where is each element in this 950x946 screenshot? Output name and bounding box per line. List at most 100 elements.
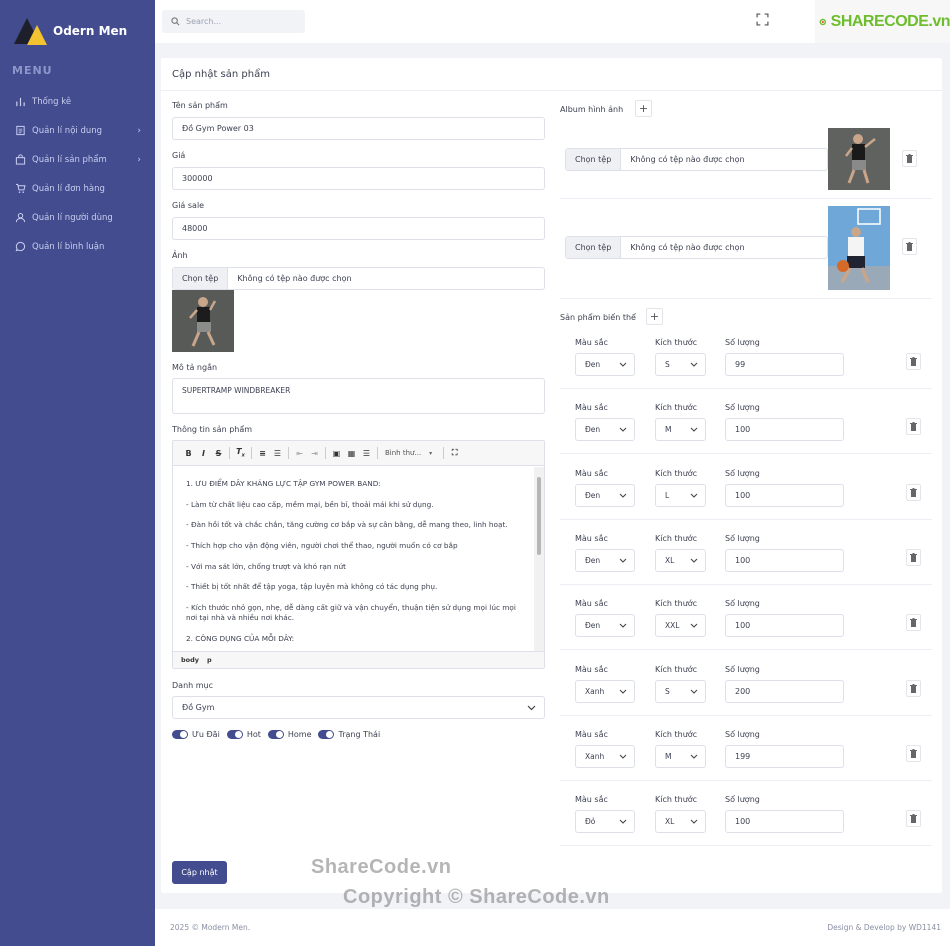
delete-album-image-button[interactable]: [902, 150, 917, 167]
delete-variant-button[interactable]: [906, 680, 921, 697]
size-select[interactable]: S: [655, 680, 706, 703]
quantity-label: Số lượng: [725, 795, 760, 804]
delete-variant-button[interactable]: [906, 353, 921, 370]
size-select[interactable]: L: [655, 484, 706, 507]
size-select[interactable]: XL: [655, 810, 706, 833]
image-file-input[interactable]: Chọn tệp Không có tệp nào được chọn: [172, 267, 545, 290]
delete-album-image-button[interactable]: [902, 238, 917, 255]
editor-paragraph: - Làm từ chất liệu cao cấp, mềm mại, bền…: [186, 499, 434, 509]
quantity-field[interactable]: 100: [725, 810, 844, 833]
toggle-switch[interactable]: [267, 730, 284, 739]
color-select[interactable]: Đen: [575, 353, 635, 376]
sidebar-item-label: Thống kê: [32, 96, 72, 107]
toggle-label: Trạng Thái: [338, 730, 381, 739]
strikethrough-icon[interactable]: S: [211, 449, 226, 458]
toggle-switch[interactable]: [226, 730, 243, 739]
editor-scrollbar[interactable]: [534, 467, 544, 653]
toggle-switch[interactable]: [318, 730, 335, 739]
size-select[interactable]: M: [655, 418, 706, 441]
path-p[interactable]: p: [207, 656, 212, 664]
variants-label: Sản phẩm biến thể: [560, 313, 636, 322]
delete-variant-button[interactable]: [906, 745, 921, 762]
size-select[interactable]: XXL: [655, 614, 706, 637]
color-select[interactable]: Đỏ: [575, 810, 635, 833]
table-icon[interactable]: ▦: [344, 449, 359, 458]
quantity-field[interactable]: 199: [725, 745, 844, 768]
horizontal-line-icon[interactable]: ☰: [359, 449, 374, 458]
menu-title: MENU: [12, 64, 53, 77]
album-file-input-2[interactable]: Chọn tệp Không có tệp nào được chọn: [565, 236, 828, 259]
search-input[interactable]: Search...: [162, 10, 305, 33]
color-select[interactable]: Đen: [575, 418, 635, 441]
chevron-down-icon: [690, 427, 698, 432]
toggle-uu-dai[interactable]: Ưu Đãi: [172, 730, 220, 739]
sale-price-field[interactable]: 48000: [172, 217, 545, 240]
color-select[interactable]: Đen: [575, 484, 635, 507]
size-value: S: [665, 687, 670, 696]
category-label: Danh mục: [172, 681, 214, 690]
footer: 2025 © Modern Men. Design & Develop by W…: [155, 909, 950, 946]
update-button[interactable]: Cập nhật: [172, 861, 227, 884]
delete-variant-button[interactable]: [906, 549, 921, 566]
color-select[interactable]: Xanh: [575, 745, 635, 768]
size-select[interactable]: S: [655, 353, 706, 376]
page-title: Cập nhật sản phẩm: [161, 58, 942, 91]
color-select[interactable]: Xanh: [575, 680, 635, 703]
editor-content[interactable]: 1. ƯU ĐIỂM DÂY KHÁNG LỰC TẬP GYM POWER B…: [173, 467, 536, 652]
delete-variant-button[interactable]: [906, 614, 921, 631]
numbered-list-icon[interactable]: ≡: [255, 449, 270, 458]
choose-file-button[interactable]: Chọn tệp: [566, 149, 622, 170]
toggle-home[interactable]: Home: [267, 730, 312, 739]
image-icon[interactable]: ▣: [329, 449, 344, 458]
add-album-image-button[interactable]: +: [635, 100, 652, 117]
trash-icon: [910, 618, 917, 627]
size-value: XL: [665, 556, 675, 565]
quantity-field[interactable]: 200: [725, 680, 844, 703]
name-field[interactable]: Đồ Gym Power 03: [172, 117, 545, 140]
quantity-field[interactable]: 99: [725, 353, 844, 376]
size-select[interactable]: M: [655, 745, 706, 768]
quantity-field[interactable]: 100: [725, 418, 844, 441]
indent-icon[interactable]: ⇥: [307, 449, 322, 458]
short-description-textarea[interactable]: SUPERTRAMP WINDBREAKER: [172, 378, 545, 414]
album-file-input-1[interactable]: Chọn tệp Không có tệp nào được chọn: [565, 148, 828, 171]
choose-file-button[interactable]: Chọn tệp: [566, 237, 622, 258]
add-variant-button[interactable]: +: [646, 308, 663, 325]
brand[interactable]: Odern Men: [0, 0, 155, 62]
bullet-list-icon[interactable]: ☰: [270, 449, 285, 458]
delete-variant-button[interactable]: [906, 810, 921, 827]
quantity-field[interactable]: 100: [725, 549, 844, 572]
bold-icon[interactable]: B: [181, 449, 196, 458]
choose-file-button[interactable]: Chọn tệp: [173, 268, 229, 289]
sidebar-item-noi-dung[interactable]: Quản lí nội dung ›: [0, 116, 155, 145]
italic-icon[interactable]: I: [196, 449, 211, 458]
toggle-trang-thai[interactable]: Trạng Thái: [318, 730, 380, 739]
rich-text-editor[interactable]: B I S Tx ≡ ☰ ⇤ ⇥ ▣ ▦ ☰ Bình thư... ▾ ⛶ 1…: [172, 440, 545, 669]
color-label: Màu sắc: [575, 338, 608, 347]
delete-variant-button[interactable]: [906, 418, 921, 435]
fullscreen-icon[interactable]: [756, 13, 769, 26]
format-select[interactable]: Bình thư...: [385, 449, 421, 457]
maximize-icon[interactable]: ⛶: [447, 448, 462, 458]
sidebar-item-binh-luan[interactable]: Quản lí bình luận: [0, 232, 155, 261]
sidebar-item-thong-ke[interactable]: Thống kê: [0, 87, 155, 116]
outdent-icon[interactable]: ⇤: [292, 449, 307, 458]
toggle-switch[interactable]: [172, 730, 188, 739]
category-select[interactable]: Đồ Gym: [172, 696, 545, 719]
sidebar-item-don-hang[interactable]: Quản lí đơn hàng: [0, 174, 155, 203]
sidebar-item-san-pham[interactable]: Quản lí sản phẩm ›: [0, 145, 155, 174]
clear-format-icon[interactable]: Tx: [233, 447, 248, 459]
price-field[interactable]: 300000: [172, 167, 545, 190]
path-body[interactable]: body: [181, 656, 199, 664]
color-select[interactable]: Đen: [575, 614, 635, 637]
sidebar-item-nguoi-dung[interactable]: Quản lí người dùng: [0, 203, 155, 232]
quantity-field[interactable]: 100: [725, 614, 844, 637]
chevron-down-icon: [527, 705, 536, 710]
chevron-down-icon: [690, 754, 698, 759]
toggle-label: Home: [287, 730, 312, 739]
toggle-hot[interactable]: Hot: [226, 730, 261, 739]
color-select[interactable]: Đen: [575, 549, 635, 572]
delete-variant-button[interactable]: [906, 484, 921, 501]
quantity-field[interactable]: 100: [725, 484, 844, 507]
size-select[interactable]: XL: [655, 549, 706, 572]
